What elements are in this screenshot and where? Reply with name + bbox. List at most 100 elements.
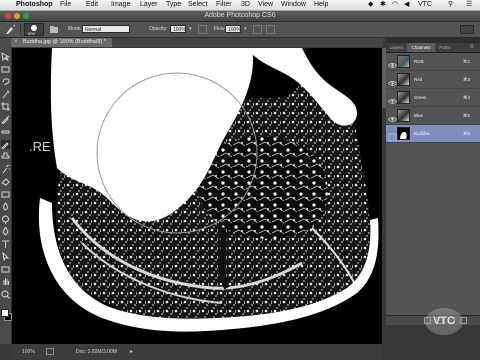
mode-label: Mode:: [68, 26, 82, 32]
gradient-tool-icon: [1, 191, 10, 197]
document-tab[interactable]: × Buddha.jpg @ 100% (Buddha/8) *: [11, 38, 112, 47]
history-brush-tool-button[interactable]: [1, 164, 10, 174]
crop-tool-button[interactable]: [1, 102, 10, 111]
menu-app-photoshop[interactable]: Photoshop: [16, 0, 53, 10]
channel-name: RGB: [414, 59, 424, 64]
eraser-tool-button[interactable]: [1, 177, 10, 186]
type-tool-icon: [2, 240, 9, 248]
notification-list-icon[interactable]: ☰: [466, 0, 472, 10]
workspace-switcher[interactable]: [460, 25, 474, 34]
channel-thumbnail: [397, 127, 410, 140]
wifi-icon[interactable]: ◠: [392, 0, 398, 10]
vtc-watermark-logo: VTC: [425, 308, 463, 335]
menu-layer[interactable]: Layer: [140, 0, 158, 10]
menu-image[interactable]: Image: [111, 0, 130, 10]
menu-filter[interactable]: Filter: [216, 0, 232, 10]
close-document-icon[interactable]: ×: [14, 38, 18, 47]
clone-stamp-tool-icon: [1, 152, 10, 159]
channel-thumbnail: [397, 109, 410, 122]
folder-brush-icon: [50, 26, 58, 33]
menu-type[interactable]: Type: [166, 0, 181, 10]
rectangle-tool-button[interactable]: [1, 265, 10, 274]
pressure-size-button[interactable]: [266, 25, 275, 34]
document-size-info[interactable]: Doc: 3.82M/3.00M: [76, 349, 117, 355]
window-title: Adobe Photoshop CS6: [204, 12, 276, 19]
path-select-tool-icon: [2, 252, 10, 261]
healing-brush-tool-button[interactable]: [1, 127, 10, 136]
menu-select[interactable]: Select: [188, 0, 207, 10]
move-tool-icon: [1, 52, 10, 61]
blur-tool-button[interactable]: [1, 202, 10, 211]
document-canvas[interactable]: .RE: [12, 48, 382, 344]
flow-field[interactable]: 100%: [225, 25, 241, 33]
move-tool-button[interactable]: [1, 52, 10, 61]
visibility-eye-icon[interactable]: [388, 93, 397, 104]
gradient-tool-button[interactable]: [1, 190, 10, 199]
tab-layers[interactable]: Layers: [386, 43, 407, 52]
quick-select-tool-button[interactable]: [1, 89, 10, 99]
healing-brush-tool-icon: [1, 130, 10, 134]
marquee-tool-button[interactable]: [1, 65, 10, 74]
menu-edit[interactable]: Edit: [86, 0, 98, 10]
flow-slider-chevron-icon[interactable]: ▾: [244, 26, 247, 32]
opacity-label: Opacity:: [149, 26, 168, 32]
panel-menu-icon[interactable]: ≡: [470, 44, 474, 50]
lasso-tool-button[interactable]: [1, 77, 10, 86]
channel-shortcut: ⌘5: [462, 113, 470, 118]
channels-list: RGB ⌘2 Red ⌘3 Green ⌘4 Blue ⌘5 Buddha ⌘6: [386, 53, 480, 315]
menu-file[interactable]: File: [60, 0, 71, 10]
clone-stamp-tool-button[interactable]: [1, 152, 10, 161]
brush-panel-toggle[interactable]: [49, 25, 59, 34]
eyedropper-tool-button[interactable]: [1, 115, 10, 124]
channel-row-green[interactable]: Green ⌘4: [386, 89, 480, 107]
crop-tool-icon: [1, 102, 10, 111]
tab-paths[interactable]: Paths: [435, 43, 455, 52]
brush-preset-picker[interactable]: 500: [24, 23, 44, 36]
foreground-color-swatch[interactable]: [1, 309, 9, 317]
dropbox-icon[interactable]: ◆: [368, 0, 373, 10]
rectangle-tool-icon: [1, 266, 10, 272]
eyedropper-tool-icon: [1, 115, 10, 124]
document-tab-bar: × Buddha.jpg @ 100% (Buddha/8) *: [11, 38, 383, 47]
pen-tool-button[interactable]: [1, 227, 10, 236]
menu-window[interactable]: Window: [281, 0, 306, 10]
channel-row-blue[interactable]: Blue ⌘5: [386, 107, 480, 125]
marquee-tool-icon: [1, 66, 10, 72]
export-icon[interactable]: [46, 348, 54, 355]
menu-help[interactable]: Help: [314, 0, 328, 10]
visibility-eye-icon[interactable]: [388, 75, 397, 86]
hand-tool-button[interactable]: [1, 277, 10, 286]
channel-row-rgb[interactable]: RGB ⌘2: [386, 53, 480, 71]
bluetooth-icon[interactable]: ✱: [380, 0, 386, 10]
mode-select[interactable]: Normal: [82, 25, 130, 33]
type-tool-button[interactable]: [1, 240, 10, 249]
channel-row-buddha[interactable]: Buddha ⌘6: [386, 125, 480, 143]
user-name[interactable]: VTC: [418, 0, 432, 10]
pressure-opacity-button[interactable]: [198, 25, 207, 34]
visibility-eye-icon[interactable]: [388, 57, 397, 68]
opacity-field[interactable]: 100%: [170, 25, 186, 33]
eraser-tool-icon: [1, 178, 10, 186]
blur-tool-icon: [3, 202, 8, 211]
menu-view[interactable]: View: [258, 0, 273, 10]
airbrush-button[interactable]: [253, 25, 262, 34]
tab-channels[interactable]: Channels: [407, 43, 435, 52]
visibility-eye-icon[interactable]: [388, 129, 397, 142]
zoom-tool-icon: [1, 290, 10, 299]
volume-icon[interactable]: ◀: [404, 0, 409, 10]
zoom-level-field[interactable]: 100%: [22, 349, 35, 355]
tool-preset-picker[interactable]: [4, 24, 16, 35]
opacity-slider-chevron-icon[interactable]: ▾: [189, 26, 192, 32]
visibility-eye-icon[interactable]: [388, 111, 397, 122]
menu-3d[interactable]: 3D: [241, 0, 250, 10]
brush-icon: [6, 24, 15, 34]
path-select-tool-button[interactable]: [1, 252, 10, 261]
channel-thumbnail: [397, 91, 410, 104]
zoom-tool-button[interactable]: [1, 290, 10, 299]
channel-row-red[interactable]: Red ⌘3: [386, 71, 480, 89]
document-tab-label: Buddha.jpg @ 100% (Buddha/8) *: [23, 39, 106, 45]
dodge-tool-button[interactable]: [1, 215, 10, 224]
status-menu-arrow-icon[interactable]: ▸: [130, 348, 133, 355]
spotlight-icon[interactable]: ⚲: [448, 0, 453, 10]
brush-tool-button[interactable]: [1, 139, 10, 149]
